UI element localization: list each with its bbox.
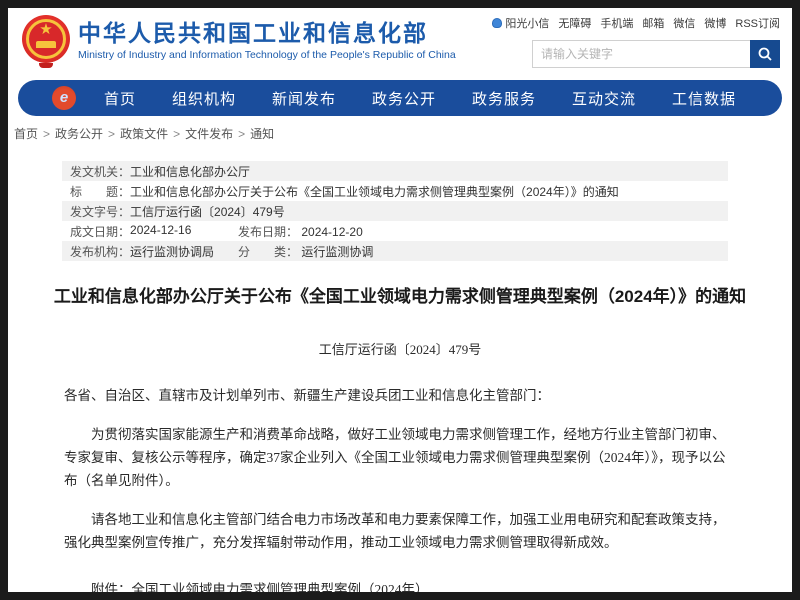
meta-value: 2024-12-16: [130, 223, 191, 240]
meta-value: 运行监测协调: [301, 245, 373, 259]
nav-item-gov-open[interactable]: 政务公开: [372, 88, 436, 109]
nav-item-gov-service[interactable]: 政务服务: [472, 88, 536, 109]
salutation: 各省、自治区、直辖市及计划单列市、新疆生产建设兵团工业和信息化主管部门：: [64, 384, 736, 407]
top-links: 阳光小信 无障碍 手机端 邮箱 微信 微博 RSS订阅: [532, 12, 780, 34]
top-link-mail[interactable]: 邮箱: [642, 15, 664, 31]
meta-label: 分 类：: [238, 245, 298, 259]
nav-items: 首页 组织机构 新闻发布 政务公开 政务服务 互动交流 工信数据: [86, 88, 754, 109]
meta-value: 工业和信息化部办公厅: [130, 163, 250, 180]
document-body: 各省、自治区、直辖市及计划单列市、新疆生产建设兵团工业和信息化主管部门： 为贯彻…: [64, 384, 736, 592]
nav-item-data[interactable]: 工信数据: [672, 88, 736, 109]
breadcrumb-separator: >: [173, 127, 180, 141]
breadcrumb-doc-release[interactable]: 文件发布: [185, 127, 233, 141]
top-link-accessibility[interactable]: 无障碍: [558, 15, 591, 31]
document-meta-table: 发文机关： 工业和信息化部办公厅 标 题： 工业和信息化部办公厅关于公布《全国工…: [62, 161, 728, 261]
meta-label: 发布机构：: [70, 243, 130, 260]
breadcrumb-notice[interactable]: 通知: [250, 127, 274, 141]
nav-item-news[interactable]: 新闻发布: [272, 88, 336, 109]
meta-row-dates: 成文日期： 2024-12-16 发布日期： 2024-12-20: [62, 221, 728, 241]
search-input[interactable]: [532, 40, 750, 68]
header-right: 阳光小信 无障碍 手机端 邮箱 微信 微博 RSS订阅: [532, 12, 780, 68]
top-link-wechat[interactable]: 微信: [673, 15, 695, 31]
paragraph: 请各地工业和信息化主管部门结合电力市场改革和电力要素保障工作，加强工业用电研究和…: [64, 508, 736, 554]
meta-value: 工业和信息化部办公厅关于公布《全国工业领域电力需求侧管理典型案例（2024年）》…: [130, 183, 619, 200]
meta-row-title: 标 题： 工业和信息化部办公厅关于公布《全国工业领域电力需求侧管理典型案例（20…: [62, 181, 728, 201]
meta-label: 发文机关：: [70, 163, 130, 180]
national-emblem-icon: ★: [22, 15, 70, 67]
page-frame: ★ 中华人民共和国工业和信息化部 Ministry of Industry an…: [0, 0, 800, 600]
meta-row-issuing-agency: 发文机关： 工业和信息化部办公厅: [62, 161, 728, 181]
breadcrumb-separator: >: [238, 127, 245, 141]
main-nav: e 首页 组织机构 新闻发布 政务公开 政务服务 互动交流 工信数据: [18, 80, 782, 116]
top-link-weibo[interactable]: 微博: [704, 15, 726, 31]
breadcrumb-policy-docs[interactable]: 政策文件: [120, 127, 168, 141]
search-icon: [757, 46, 773, 62]
nav-item-organization[interactable]: 组织机构: [172, 88, 236, 109]
sunshine-assistant-icon: [492, 18, 502, 28]
document-title: 工业和信息化部办公厅关于公布《全国工业领域电力需求侧管理典型案例（2024年）》…: [48, 285, 752, 309]
meta-value: 工信厅运行函〔2024〕479号: [130, 203, 285, 220]
document-number: 工信厅运行函〔2024〕479号: [8, 339, 792, 358]
meta-label: 成文日期：: [70, 223, 130, 240]
breadcrumb-separator: >: [43, 127, 50, 141]
top-link-mobile[interactable]: 手机端: [600, 15, 633, 31]
meta-value: 2024-12-20: [301, 225, 362, 239]
top-link[interactable]: 阳光小信: [505, 15, 549, 31]
top-link-rss[interactable]: RSS订阅: [735, 15, 780, 31]
meta-label: 标 题：: [70, 183, 130, 200]
page: ★ 中华人民共和国工业和信息化部 Ministry of Industry an…: [8, 8, 792, 592]
meta-row-doc-number: 发文字号： 工信厅运行函〔2024〕479号: [62, 201, 728, 221]
paragraph: 为贯彻落实国家能源生产和消费革命战略，做好工业领域电力需求侧管理工作，经地方行业…: [64, 423, 736, 492]
breadcrumb: 首页 > 政务公开 > 政策文件 > 文件发布 > 通知: [14, 125, 786, 142]
attachment-line: 附件：全国工业领域电力需求侧管理典型案例（2024年）: [64, 578, 736, 592]
breadcrumb-separator: >: [108, 127, 115, 141]
article: 工业和信息化部办公厅关于公布《全国工业领域电力需求侧管理典型案例（2024年）》…: [8, 285, 792, 592]
nav-item-interaction[interactable]: 互动交流: [572, 88, 636, 109]
nav-item-home[interactable]: 首页: [104, 88, 136, 109]
miit-gear-logo-icon: e: [52, 86, 76, 110]
search-button[interactable]: [750, 40, 780, 68]
top-link-assistant[interactable]: 阳光小信: [492, 15, 549, 31]
breadcrumb-gov-open[interactable]: 政务公开: [55, 127, 103, 141]
search-bar: [532, 40, 780, 68]
site-header: ★ 中华人民共和国工业和信息化部 Ministry of Industry an…: [8, 8, 792, 76]
meta-label: 发文字号：: [70, 203, 130, 220]
breadcrumb-home[interactable]: 首页: [14, 127, 38, 141]
meta-label: 发布日期：: [238, 225, 298, 239]
meta-value: 运行监测协调局: [130, 243, 214, 260]
meta-row-publisher-category: 发布机构： 运行监测协调局 分 类： 运行监测协调: [62, 241, 728, 261]
